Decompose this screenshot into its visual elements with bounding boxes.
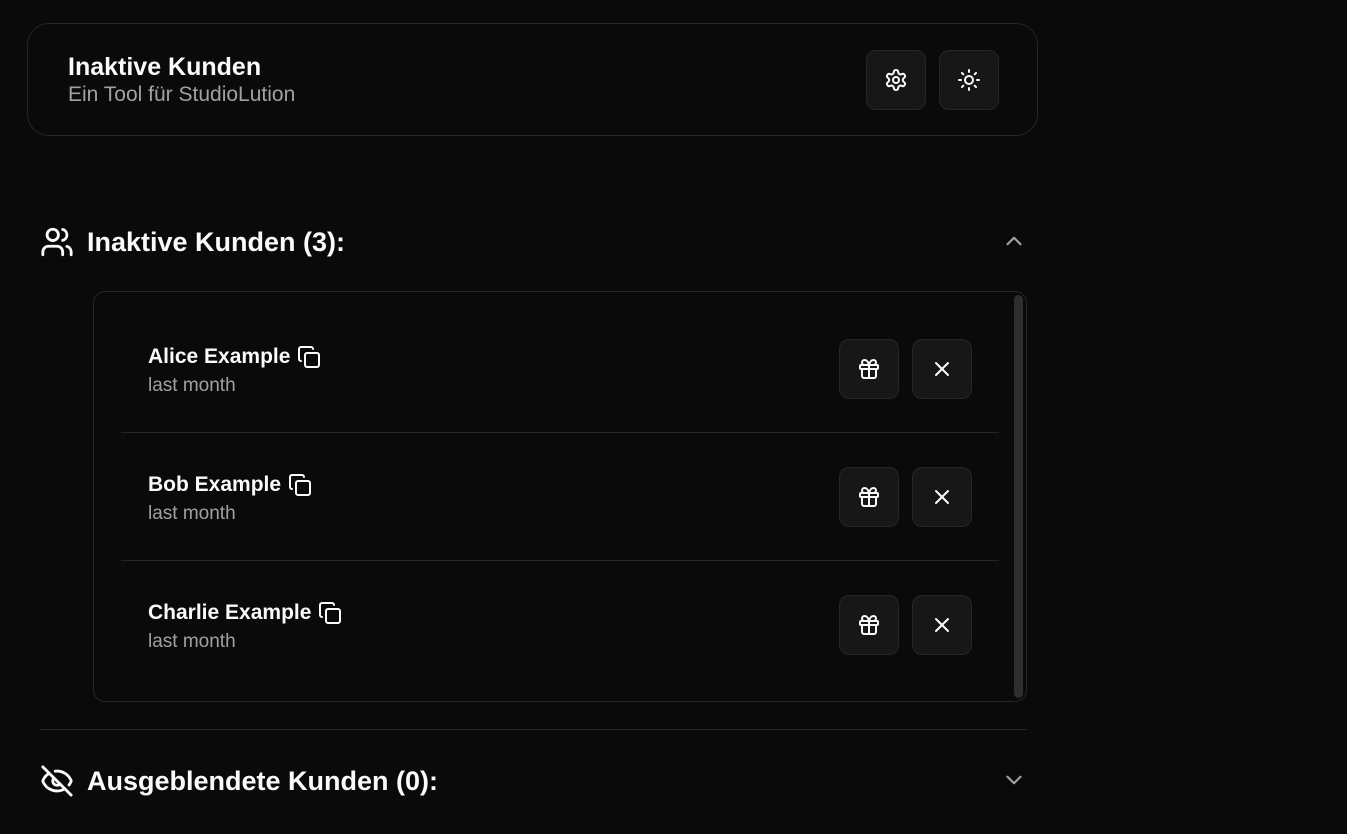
gift-button[interactable] — [839, 595, 899, 655]
gift-button[interactable] — [839, 467, 899, 527]
close-icon — [935, 362, 949, 376]
theme-toggle-button[interactable] — [939, 50, 999, 110]
eye-off-icon — [41, 765, 73, 797]
gift-icon — [859, 487, 879, 507]
chevron-down-icon[interactable] — [1001, 767, 1027, 793]
customer-last-active: last month — [148, 375, 236, 396]
sun-icon — [958, 69, 980, 91]
hidden-customers-title: Ausgeblendete Kunden (0): — [87, 766, 439, 796]
gift-icon — [859, 359, 879, 379]
inactive-customers-list: Alice Example last month Bob Example las… — [93, 291, 1027, 702]
customer-name: Bob Example — [148, 473, 282, 496]
customer-name: Charlie Example — [148, 601, 312, 624]
inactive-customers-title: Inaktive Kunden (3): — [87, 227, 346, 257]
section-divider — [40, 729, 1027, 730]
hidden-customers-header[interactable]: Ausgeblendete Kunden (0): — [40, 761, 1027, 801]
scrollbar[interactable] — [1014, 295, 1023, 698]
users-icon — [41, 227, 73, 257]
customer-name: Alice Example — [148, 345, 291, 368]
chevron-up-icon[interactable] — [1001, 228, 1027, 254]
list-item: Bob Example last month — [121, 433, 999, 561]
app-title: Inaktive Kunden — [68, 53, 262, 81]
settings-button[interactable] — [866, 50, 926, 110]
remove-button[interactable] — [912, 467, 972, 527]
inactive-customers-header[interactable]: Inaktive Kunden (3): — [40, 222, 1027, 262]
remove-button[interactable] — [912, 595, 972, 655]
close-icon — [935, 490, 949, 504]
copy-icon[interactable] — [318, 601, 342, 625]
gear-icon — [886, 69, 906, 91]
customer-last-active: last month — [148, 631, 236, 652]
copy-icon[interactable] — [297, 345, 321, 369]
remove-button[interactable] — [912, 339, 972, 399]
gift-button[interactable] — [839, 339, 899, 399]
app-subtitle: Ein Tool für StudioLution — [68, 83, 296, 106]
customer-last-active: last month — [148, 503, 236, 524]
gift-icon — [859, 615, 879, 635]
copy-icon[interactable] — [288, 473, 312, 497]
list-item: Charlie Example last month — [121, 561, 999, 689]
header-card: Inaktive Kunden Ein Tool für StudioLutio… — [27, 23, 1038, 136]
close-icon — [935, 618, 949, 632]
list-item: Alice Example last month — [121, 305, 999, 433]
